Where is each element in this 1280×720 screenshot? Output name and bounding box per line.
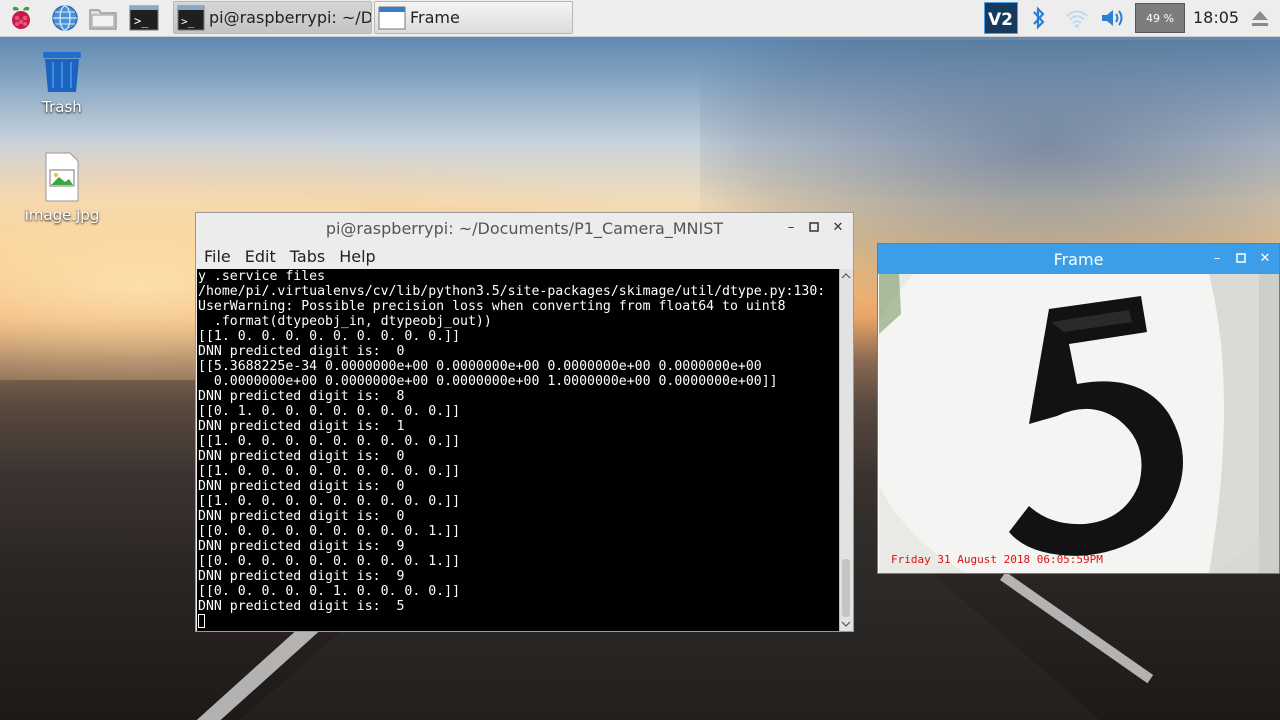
terminal-line: DNN predicted digit is: 9 (198, 569, 405, 584)
terminal-line: DNN predicted digit is: 0 (198, 449, 405, 464)
terminal-menubar: File Edit Tabs Help (196, 243, 853, 269)
terminal-window[interactable]: pi@raspberrypi: ~/Documents/P1_Camera_MN… (195, 212, 854, 632)
volume-icon[interactable] (1098, 3, 1128, 33)
desktop-icon-label: image.jpg (24, 206, 100, 224)
terminal-line: 0.0000000e+00 0.0000000e+00 0.0000000e+0… (198, 374, 778, 389)
bluetooth-icon[interactable] (1024, 3, 1054, 33)
window-title: Frame (1053, 249, 1104, 269)
terminal-output[interactable]: y .service files/home/pi/.virtualenvs/cv… (197, 269, 839, 631)
terminal-scrollbar[interactable] (839, 269, 853, 631)
clock[interactable]: 18:05 (1193, 8, 1239, 27)
cpu-monitor[interactable]: 49 % (1135, 3, 1185, 33)
terminal-line: [[1. 0. 0. 0. 0. 0. 0. 0. 0. 0.]] (198, 464, 461, 479)
close-icon[interactable]: ✕ (1258, 251, 1272, 266)
maximize-icon[interactable] (807, 220, 821, 234)
terminal-line: DNN predicted digit is: 1 (198, 419, 405, 434)
maximize-icon[interactable] (1234, 251, 1248, 265)
terminal-line: DNN predicted digit is: 9 (198, 539, 405, 554)
window-title: pi@raspberrypi: ~/Documents/P1_Camera_MN… (325, 218, 724, 238)
terminal-line: [[1. 0. 0. 0. 0. 0. 0. 0. 0. 0.]] (198, 434, 461, 449)
terminal-line: UserWarning: Possible precision loss whe… (198, 299, 786, 314)
terminal-line: [[0. 0. 0. 0. 0. 0. 0. 0. 0. 1.]] (198, 524, 461, 539)
menu-help[interactable]: Help (339, 247, 375, 266)
terminal-line: DNN predicted digit is: 0 (198, 479, 405, 494)
scroll-up-icon[interactable] (840, 271, 852, 281)
minimize-icon[interactable]: – (784, 220, 798, 235)
terminal-line: [[5.3688225e-34 0.0000000e+00 0.0000000e… (198, 359, 762, 374)
taskbar-item-label: pi@raspberrypi: ~/Do... (209, 8, 372, 27)
vnc-icon[interactable]: V2 (984, 2, 1018, 34)
terminal-launcher-icon[interactable]: >_ (129, 3, 159, 33)
image-file-icon (45, 152, 79, 202)
terminal-prompt[interactable] (198, 614, 839, 629)
terminal-line: /home/pi/.virtualenvs/cv/lib/python3.5/s… (198, 284, 826, 299)
scroll-down-icon[interactable] (840, 619, 852, 629)
taskbar: >_ >_ pi@raspberrypi: ~/Do... Frame V2 (0, 0, 1280, 37)
scroll-thumb[interactable] (842, 559, 850, 617)
svg-text:>_: >_ (134, 14, 149, 28)
camera-feed: Friday 31 August 2018 06:05:59PM (879, 274, 1279, 573)
frame-titlebar[interactable]: Frame – ✕ (878, 244, 1279, 274)
frame-window[interactable]: Frame – ✕ Friday 31 August 2018 06:05:59… (877, 243, 1280, 574)
terminal-line: [[1. 0. 0. 0. 0. 0. 0. 0. 0. 0.]] (198, 494, 461, 509)
close-icon[interactable]: ✕ (831, 220, 845, 235)
taskbar-item-terminal[interactable]: >_ pi@raspberrypi: ~/Do... (173, 1, 372, 34)
desktop-icon-label: Trash (42, 98, 82, 116)
minimize-icon[interactable]: – (1210, 251, 1224, 266)
terminal-line: DNN predicted digit is: 5 (198, 599, 405, 614)
terminal-line: DNN predicted digit is: 0 (198, 509, 405, 524)
camera-image (879, 274, 1279, 573)
wifi-icon[interactable] (1062, 3, 1092, 33)
terminal-line: [[0. 1. 0. 0. 0. 0. 0. 0. 0. 0.]] (198, 404, 461, 419)
terminal-icon: >_ (177, 5, 205, 30)
camera-timestamp: Friday 31 August 2018 06:05:59PM (891, 553, 1103, 566)
terminal-line: [[1. 0. 0. 0. 0. 0. 0. 0. 0. 0.]] (198, 329, 461, 344)
eject-icon[interactable] (1245, 3, 1275, 33)
cpu-usage-label: 49 % (1146, 11, 1174, 25)
terminal-line: [[0. 0. 0. 0. 0. 0. 0. 0. 0. 1.]] (198, 554, 461, 569)
file-manager-icon[interactable] (88, 3, 118, 33)
trash-icon (43, 52, 81, 92)
terminal-line: y .service files (198, 269, 326, 284)
window-icon (378, 6, 406, 29)
terminal-line: .format(dtypeobj_in, dtypeobj_out)) (198, 314, 492, 329)
menu-file[interactable]: File (204, 247, 231, 266)
svg-text:V2: V2 (988, 10, 1013, 30)
terminal-line: DNN predicted digit is: 8 (198, 389, 405, 404)
menu-tabs[interactable]: Tabs (290, 247, 325, 266)
taskbar-item-frame[interactable]: Frame (374, 1, 573, 34)
image-file-desktop-icon[interactable]: image.jpg (17, 152, 107, 224)
menu-edit[interactable]: Edit (245, 247, 276, 266)
text-cursor (198, 614, 205, 628)
taskbar-item-label: Frame (410, 8, 460, 27)
svg-text:>_: >_ (181, 15, 195, 28)
terminal-line: DNN predicted digit is: 0 (198, 344, 405, 359)
trash-desktop-icon[interactable]: Trash (17, 50, 107, 116)
terminal-titlebar[interactable]: pi@raspberrypi: ~/Documents/P1_Camera_MN… (196, 213, 853, 243)
raspberry-menu-icon[interactable] (6, 3, 36, 33)
terminal-line: [[0. 0. 0. 0. 0. 1. 0. 0. 0. 0.]] (198, 584, 461, 599)
web-browser-icon[interactable] (50, 3, 80, 33)
